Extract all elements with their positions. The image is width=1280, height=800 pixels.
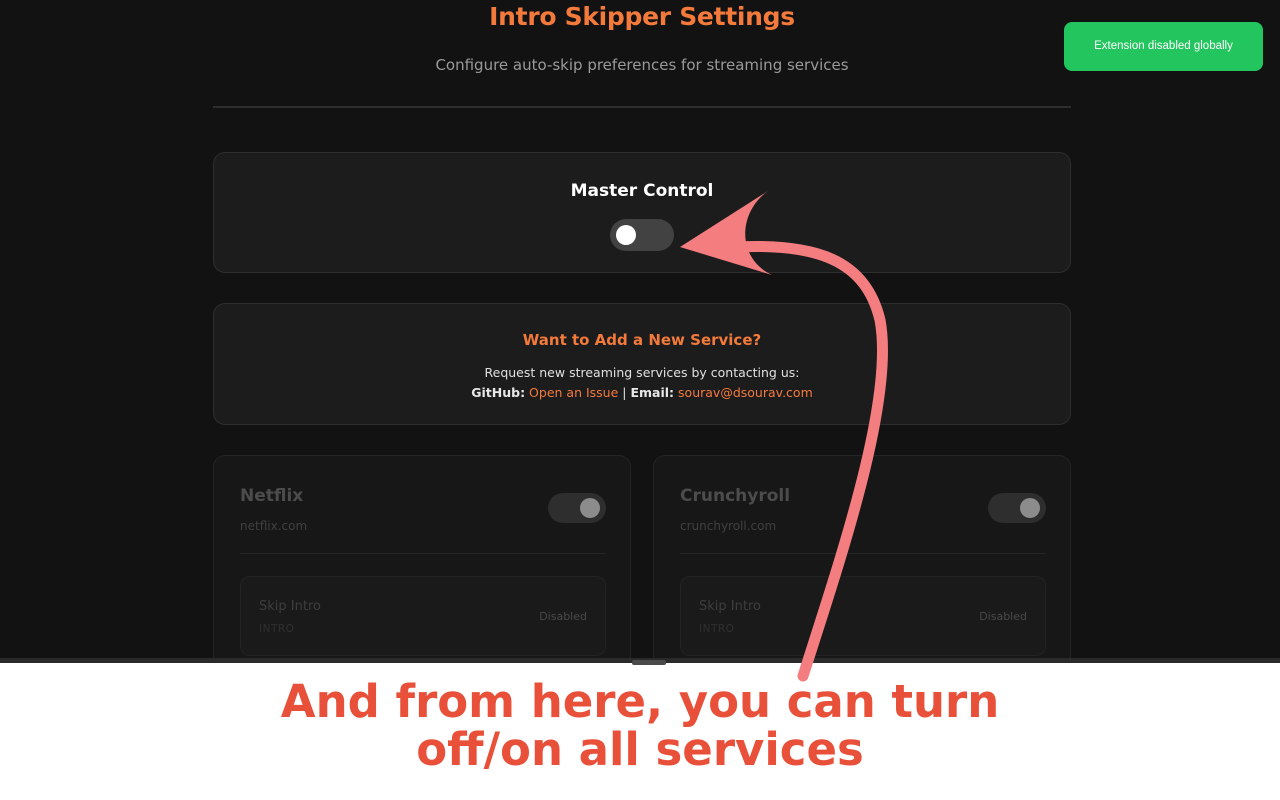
service-card-crunchyroll: Crunchyroll crunchyroll.com Skip Intro I…	[653, 455, 1071, 660]
service-domain: netflix.com	[240, 519, 308, 533]
status-toast: Extension disabled globally	[1064, 22, 1263, 71]
add-service-title: Want to Add a New Service?	[522, 331, 762, 349]
header-divider	[213, 106, 1071, 108]
skip-intro-option[interactable]: Skip Intro INTRO Disabled	[240, 576, 606, 656]
annotation-line-1: And from here, you can turn	[280, 675, 1000, 728]
annotation-caption: And from here, you can turn off/on all s…	[0, 678, 1280, 774]
option-status: Disabled	[979, 610, 1027, 623]
option-name: Skip Intro	[699, 599, 761, 614]
service-toggle-netflix[interactable]	[548, 493, 606, 523]
email-link[interactable]: sourav@dsourav.com	[678, 385, 813, 400]
email-label: Email:	[630, 385, 675, 400]
github-issue-link[interactable]: Open an Issue	[529, 385, 618, 400]
service-card-netflix: Netflix netflix.com Skip Intro INTRO Dis…	[213, 455, 631, 660]
service-domain: crunchyroll.com	[680, 519, 777, 533]
service-divider	[680, 553, 1046, 554]
contact-links: GitHub: Open an Issue | Email: sourav@ds…	[214, 385, 1070, 400]
option-name: Skip Intro	[259, 599, 321, 614]
service-divider	[240, 553, 606, 554]
option-status: Disabled	[539, 610, 587, 623]
add-service-description: Request new streaming services by contac…	[484, 365, 800, 380]
service-name: Crunchyroll	[680, 486, 791, 506]
github-label: GitHub:	[471, 385, 526, 400]
option-tag: INTRO	[699, 623, 735, 635]
annotation-line-2: off/on all services	[416, 723, 864, 776]
service-name: Netflix	[240, 486, 304, 506]
master-control-card: Master Control	[213, 152, 1071, 273]
master-control-toggle[interactable]	[610, 219, 674, 251]
contact-separator: |	[622, 385, 627, 400]
master-control-label: Master Control	[570, 181, 714, 201]
skip-intro-option[interactable]: Skip Intro INTRO Disabled	[680, 576, 1046, 656]
option-tag: INTRO	[259, 623, 295, 635]
toggle-knob	[1020, 498, 1040, 518]
settings-page: Intro Skipper Settings Configure auto-sk…	[0, 0, 1280, 660]
scroll-handle[interactable]	[632, 660, 666, 665]
toggle-knob	[580, 498, 600, 518]
service-toggle-crunchyroll[interactable]	[988, 493, 1046, 523]
toggle-knob	[616, 225, 636, 245]
add-service-card: Want to Add a New Service? Request new s…	[213, 303, 1071, 425]
